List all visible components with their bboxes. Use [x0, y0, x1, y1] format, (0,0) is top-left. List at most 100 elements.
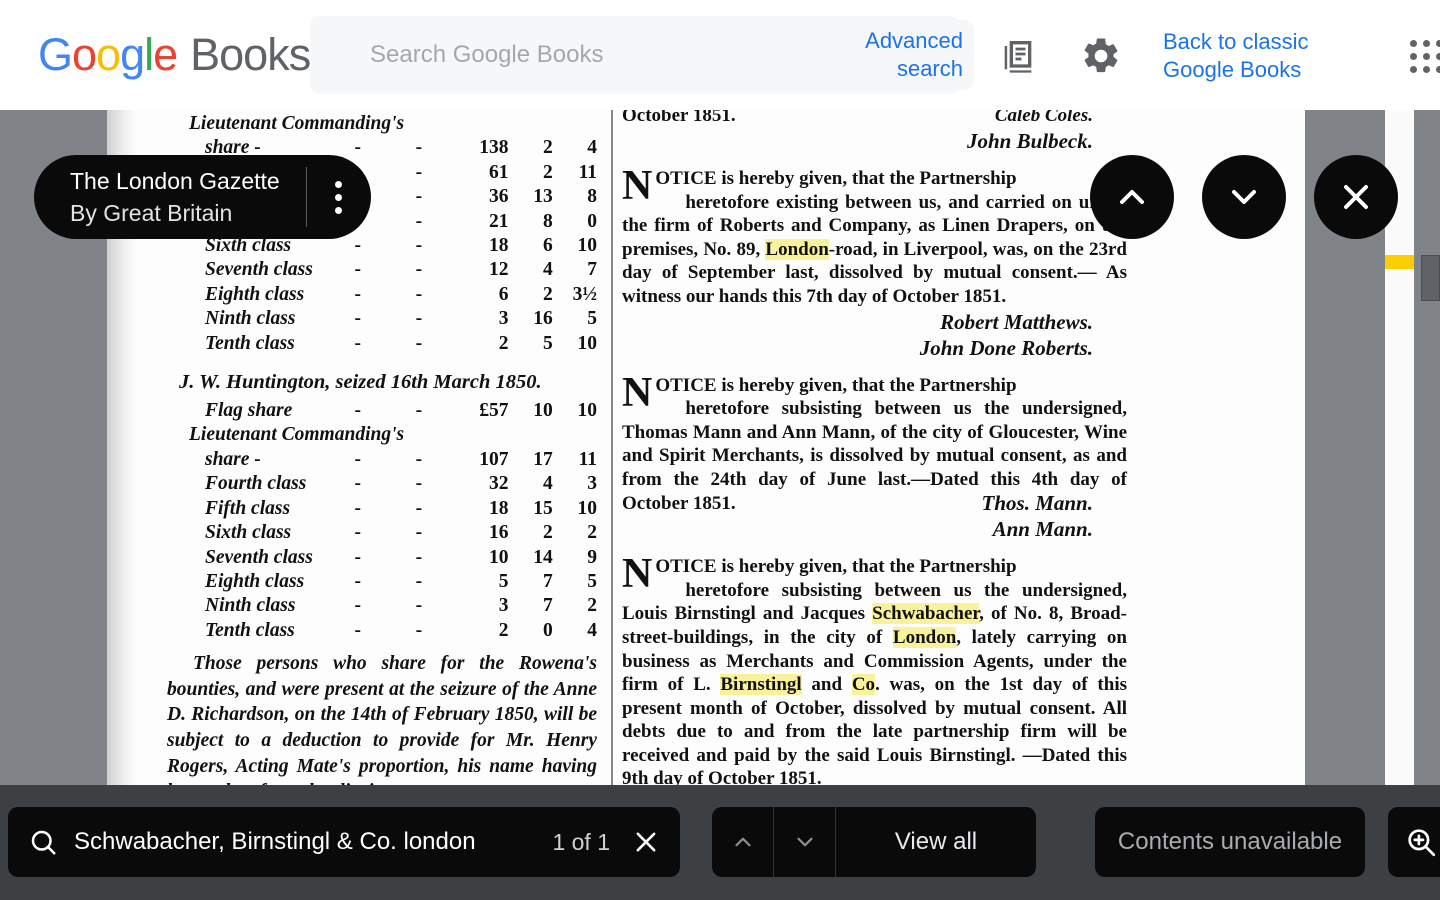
row-label: Fourth class — [205, 473, 307, 495]
view-all-button[interactable]: View all — [836, 807, 1036, 877]
logo-letter-l: l — [144, 29, 154, 80]
row-dash1: - — [354, 546, 362, 568]
row-pounds: 6 — [498, 283, 509, 305]
row-dash2: - — [415, 332, 423, 354]
signature-john-bulbeck: John Bulbeck. — [966, 129, 1093, 153]
row-pounds: 36 — [488, 186, 509, 208]
logo-books-word: Books — [190, 29, 311, 80]
book-title: The London Gazette — [70, 168, 280, 194]
more-vertical-icon[interactable] — [307, 155, 371, 239]
previous-result-button[interactable] — [1090, 155, 1174, 239]
row-dash1: - — [354, 522, 362, 544]
row-pounds: 16 — [488, 522, 509, 544]
table-row: Ninth class - - 3 16 5 — [167, 307, 597, 331]
notice-line2: heretofore subsisting between us the und… — [685, 398, 1127, 420]
row-dash2: - — [415, 619, 423, 641]
logo-letter-o2: o — [96, 29, 121, 80]
google-books-logo[interactable]: Google Books — [38, 29, 311, 81]
row-dash1: - — [354, 570, 362, 592]
zoom-in-button[interactable] — [1388, 807, 1440, 877]
table-row: Seventh class - - 12 4 7 — [167, 258, 597, 282]
table-row: Lieutenant Commanding's — [167, 112, 597, 136]
apps-grid-icon[interactable] — [1410, 40, 1440, 74]
search-result-marker[interactable] — [1385, 255, 1414, 269]
notice-line2: heretofore existing between us, and carr… — [685, 191, 1127, 213]
logo-letter-g1: G — [38, 29, 73, 80]
row-dash1: - — [354, 595, 362, 617]
contents-button[interactable]: Contents unavailable — [1095, 807, 1365, 877]
search-highlight: London — [892, 626, 957, 648]
book-title-pill[interactable]: The London Gazette By Great Britain — [34, 155, 371, 239]
row-pounds: 2 — [498, 332, 509, 354]
gear-icon[interactable] — [1078, 33, 1124, 79]
row-shillings: 4 — [542, 473, 553, 495]
page-navigation-group: View all — [712, 807, 1036, 877]
row-pounds: 138 — [479, 137, 509, 159]
row-dash1: - — [354, 473, 362, 495]
row-pence: 5 — [587, 308, 597, 330]
in-book-search-field[interactable]: Schwabacher, Birnstingl & Co. london 1 o… — [8, 807, 680, 877]
logo-letter-e: e — [153, 29, 178, 80]
row-pounds: 32 — [488, 473, 509, 495]
row-shillings: 15 — [533, 497, 553, 519]
page-up-button[interactable] — [712, 807, 774, 877]
search-highlight: Schwabacher — [872, 603, 980, 625]
row-heading: Lieutenant Commanding's — [189, 424, 405, 446]
library-books-icon[interactable] — [995, 33, 1041, 79]
row-shillings: 7 — [542, 570, 553, 592]
close-icon — [1344, 185, 1368, 209]
row-pence: 10 — [577, 235, 598, 257]
row-pounds: 3 — [498, 308, 509, 330]
row-pounds: 21 — [488, 210, 509, 232]
notice-line1: OTICE is hereby given, that the Partners… — [655, 374, 1017, 396]
row-pence: 10 — [577, 332, 598, 354]
scrollbar-thumb[interactable] — [1421, 255, 1440, 301]
notice-line1: OTICE is hereby given, that the Partners… — [655, 168, 1017, 189]
row-pounds: £57 — [479, 400, 509, 422]
row-dash2: - — [415, 283, 423, 305]
table-row: Seventh class - - 10 14 9 — [167, 546, 597, 570]
row-dash2: - — [415, 137, 423, 159]
result-count-label: 1 of 1 — [552, 828, 610, 855]
signature-robert-matthews: Robert Matthews. — [940, 309, 1093, 334]
row-shillings: 10 — [533, 400, 553, 422]
paragraph-text: Those persons who share for the Rowena's… — [167, 653, 597, 785]
next-result-button[interactable] — [1202, 155, 1286, 239]
row-label: Sixth class — [205, 522, 292, 544]
row-pounds: 18 — [488, 235, 509, 257]
clear-search-icon[interactable] — [632, 828, 660, 856]
row-label: Eighth class — [205, 570, 305, 592]
app-header: Google Books Advanced search Back to cla… — [0, 0, 1440, 110]
chevron-up-icon — [1120, 190, 1144, 204]
back-to-classic-link[interactable]: Back to classic Google Books — [1163, 28, 1313, 84]
close-search-button[interactable] — [1314, 155, 1398, 239]
row-shillings: 0 — [542, 619, 553, 641]
row-label: Seventh class — [205, 259, 313, 281]
zoom-in-icon — [1408, 829, 1436, 857]
chevron-up-icon — [734, 837, 751, 847]
row-shillings: 4 — [542, 259, 553, 281]
row-dash2: - — [415, 308, 423, 330]
advanced-search-link[interactable]: Advanced search — [826, 20, 974, 90]
row-pounds: 2 — [498, 619, 509, 641]
row-pounds: 3 — [498, 595, 509, 617]
row-shillings: 8 — [542, 210, 553, 232]
page-column-right: October 1851. Caleb Coles. John Bulbeck.… — [622, 110, 1127, 785]
table-row: Fourth class - - 32 4 3 — [167, 472, 597, 496]
back-to-classic-line2: Google Books — [1163, 57, 1302, 82]
table-row: Tenth class - - 2 0 4 — [167, 619, 597, 643]
logo-letter-g2: g — [120, 29, 145, 80]
row-dash1: - — [354, 619, 362, 641]
row-label: Flag share — [205, 400, 293, 422]
advanced-search-line1: Advanced — [865, 28, 963, 53]
table-row: share - - - 107 17 11 — [167, 448, 597, 472]
row-pence: 8 — [587, 186, 597, 208]
notice-body: Louis Birnstingl and Jacques Schwabacher… — [622, 603, 1128, 785]
row-label: Ninth class — [205, 595, 296, 617]
notice-roberts-and-company: N OTICE is hereby given, that the Partner… — [622, 165, 1127, 309]
row-pence: 2 — [587, 522, 597, 544]
page-down-button[interactable] — [774, 807, 836, 877]
table-row: Tenth class - - 2 5 10 — [167, 332, 597, 356]
row-pence: 0 — [587, 210, 597, 232]
row-label: Ninth class — [205, 308, 296, 330]
